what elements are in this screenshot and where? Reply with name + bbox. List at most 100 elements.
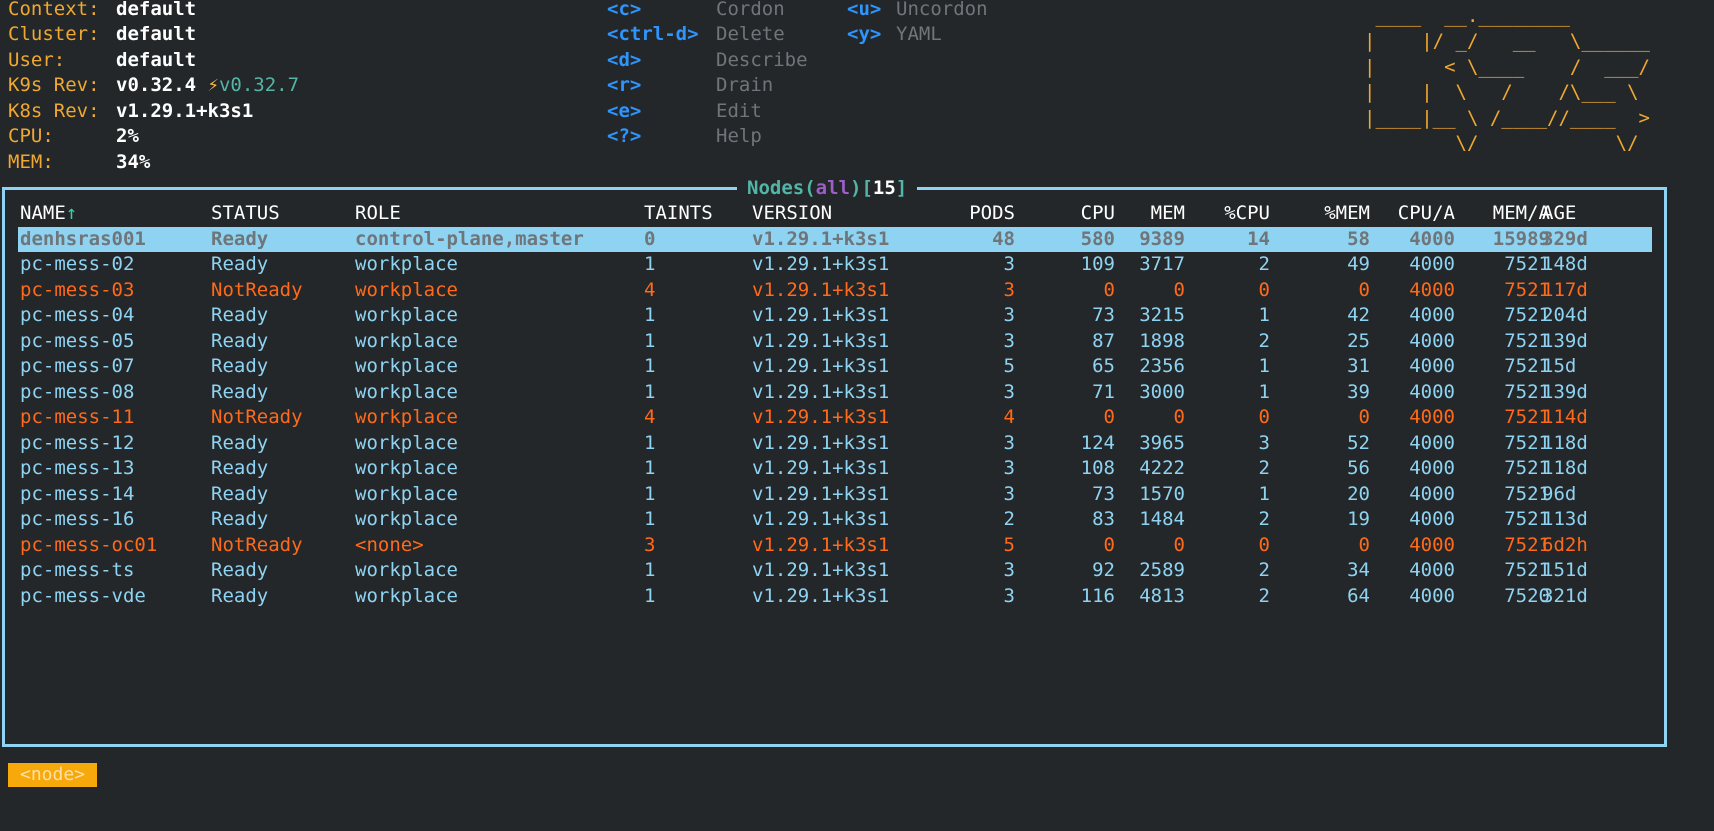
column-header-version[interactable]: VERSION [752, 201, 832, 227]
cell-version: v1.29.1+k3s1 [752, 482, 890, 505]
cell-status: Ready [211, 329, 269, 352]
user-value: default [116, 49, 197, 71]
cell-name: denhsras001 [20, 227, 146, 250]
cell-version: v1.29.1+k3s1 [752, 508, 890, 530]
cell-mem-alloc: 7521 [1504, 355, 1550, 377]
cell-pct-cpu: 2 [1258, 508, 1270, 530]
lightning-icon: ⚡ [207, 74, 219, 96]
table-row[interactable]: pc-mess-12 Ready workplace 1 v1.29.1+k3s1 3 12… [18, 431, 1652, 456]
cell-pct-cpu: 0 [1258, 278, 1270, 301]
logo-line: | |/ _/ __ \______ [1364, 30, 1650, 52]
logo-line: ____ __.________ [1364, 5, 1650, 27]
logo-line: \/ \/ [1364, 132, 1650, 154]
cell-role: <none> [355, 533, 424, 556]
shortcut-label-delete[interactable]: Delete [716, 22, 785, 48]
cell-taints: 1 [644, 253, 656, 275]
cell-role: workplace [355, 355, 458, 377]
cell-cpu-alloc: 4000 [1409, 329, 1455, 352]
shortcut-key-describe[interactable]: <d> [607, 48, 641, 74]
column-header-status[interactable]: STATUS [211, 201, 280, 227]
cell-cpu-alloc: 4000 [1409, 533, 1455, 556]
cell-taints: 3 [644, 533, 656, 556]
shortcut-key-yaml[interactable]: <y> [847, 22, 881, 48]
cell-pct-cpu: 14 [1247, 227, 1270, 250]
cell-name: pc-mess-02 [20, 253, 135, 275]
table-row[interactable]: pc-mess-08 Ready workplace 1 v1.29.1+k3s1 3 71… [18, 380, 1652, 405]
column-header-label: TAINTS [644, 202, 713, 224]
shortcut-key-uncordon[interactable]: <u> [847, 0, 881, 23]
cell-version: v1.29.1+k3s1 [752, 329, 890, 352]
table-row[interactable]: pc-mess-13 Ready workplace 1 v1.29.1+k3s1 3 10… [18, 456, 1652, 481]
logo-line: | | \ / /\___ \ [1364, 81, 1650, 103]
cell-cpu-alloc: 4000 [1409, 457, 1455, 479]
cell-name: pc-mess-13 [20, 457, 135, 479]
table-row[interactable]: pc-mess-16 Ready workplace 1 v1.29.1+k3s1 2 83… [18, 507, 1652, 532]
shortcut-label-edit[interactable]: Edit [716, 99, 762, 125]
breadcrumb[interactable]: <node> [8, 763, 98, 787]
cell-pods: 3 [1003, 380, 1015, 403]
shortcut-key-delete[interactable]: <ctrl-d> [607, 22, 699, 48]
cell-cpu-alloc: 4000 [1409, 304, 1455, 326]
column-header-pct-cpu[interactable]: %CPU [1170, 201, 1270, 227]
column-header-name[interactable]: NAME↑ [20, 201, 77, 227]
cell-age: 117d [1542, 278, 1588, 301]
cell-name: pc-mess-vde [20, 584, 146, 607]
table-row[interactable]: pc-mess-07 Ready workplace 1 v1.29.1+k3s1 5 65… [18, 354, 1652, 379]
column-header-cpu-alloc[interactable]: CPU/A [1355, 201, 1455, 227]
column-header-age[interactable]: AGE [1542, 201, 1576, 227]
cell-age: 329d [1542, 227, 1588, 250]
table-row[interactable]: pc-mess-05 Ready workplace 1 v1.29.1+k3s1 3 87… [18, 329, 1652, 354]
k9s-rev: v0.32.4 ⚡v0.32.7 [116, 73, 299, 99]
column-header-pods[interactable]: PODS [915, 201, 1015, 227]
cell-age: 148d [1542, 253, 1588, 275]
cell-role: workplace [355, 584, 458, 607]
table-row[interactable]: pc-mess-02 Ready workplace 1 v1.29.1+k3s1 3 10… [18, 252, 1652, 277]
table-row[interactable]: pc-mess-ts Ready workplace 1 v1.29.1+k3s1 3 92… [18, 558, 1652, 583]
cell-version: v1.29.1+k3s1 [752, 559, 890, 581]
shortcut-label-yaml[interactable]: YAML [896, 22, 942, 48]
k9s-version: v0.32.4 [116, 74, 197, 96]
cell-mem-alloc: 7521 [1504, 304, 1550, 326]
cell-name: pc-mess-12 [20, 431, 135, 454]
column-header-role[interactable]: ROLE [355, 201, 401, 227]
cell-pct-cpu: 1 [1258, 380, 1270, 403]
scrollbar[interactable] [1696, 0, 1714, 831]
cell-status: NotReady [211, 406, 303, 428]
shortcut-label-describe[interactable]: Describe [716, 48, 808, 74]
cell-role: workplace [355, 431, 458, 454]
paren-open: ( [804, 177, 816, 199]
shortcut-label-uncordon[interactable]: Uncordon [896, 0, 988, 23]
shortcut-label-cordon[interactable]: Cordon [716, 0, 785, 23]
cell-name: pc-mess-14 [20, 482, 135, 505]
cell-taints: 1 [644, 482, 656, 505]
cell-status: Ready [211, 508, 269, 530]
table-row[interactable]: pc-mess-04 Ready workplace 1 v1.29.1+k3s1 3 73… [18, 303, 1652, 328]
table-row[interactable]: pc-mess-11 NotReady workplace 4 v1.29.1+k3s1… [18, 405, 1652, 430]
table-row[interactable]: pc-mess-14 Ready workplace 1 v1.29.1+k3s1 3 73… [18, 482, 1652, 507]
cell-version: v1.29.1+k3s1 [752, 406, 890, 428]
cell-taints: 1 [644, 329, 656, 352]
shortcut-key-help[interactable]: <?> [607, 124, 641, 150]
cell-name: pc-mess-16 [20, 508, 135, 530]
column-header-mem-alloc[interactable]: MEM/A [1450, 201, 1550, 227]
cell-name: pc-mess-03 [20, 278, 135, 301]
cell-status: Ready [211, 380, 269, 403]
column-header-taints[interactable]: TAINTS [644, 201, 713, 227]
cell-name: pc-mess-08 [20, 380, 135, 403]
table-row[interactable]: pc-mess-03 NotReady workplace 4 v1.29.1+k3s1… [18, 278, 1652, 303]
cell-version: v1.29.1+k3s1 [752, 584, 890, 607]
table-row[interactable]: pc-mess-vde Ready workplace 1 v1.29.1+k3s1 3 1… [18, 584, 1652, 609]
cell-cpu-alloc: 4000 [1409, 559, 1455, 581]
cell-age: 118d [1542, 457, 1588, 479]
cell-cpu-alloc: 4000 [1409, 278, 1455, 301]
shortcut-key-cordon[interactable]: <c> [607, 0, 641, 23]
table-row-selected[interactable]: denhsras001 Ready control-plane,master 0 v1.… [18, 226, 1652, 252]
cell-taints: 1 [644, 584, 656, 607]
cell-status: Ready [211, 559, 269, 581]
shortcut-key-edit[interactable]: <e> [607, 99, 641, 125]
shortcut-label-drain[interactable]: Drain [716, 73, 773, 99]
shortcut-label-help[interactable]: Help [716, 124, 762, 150]
table-row[interactable]: pc-mess-oc01 NotReady <none> 3 v1.29.1+k3s1 5… [18, 533, 1652, 558]
shortcut-key-drain[interactable]: <r> [607, 73, 641, 99]
cell-cpu-alloc: 4000 [1409, 431, 1455, 454]
